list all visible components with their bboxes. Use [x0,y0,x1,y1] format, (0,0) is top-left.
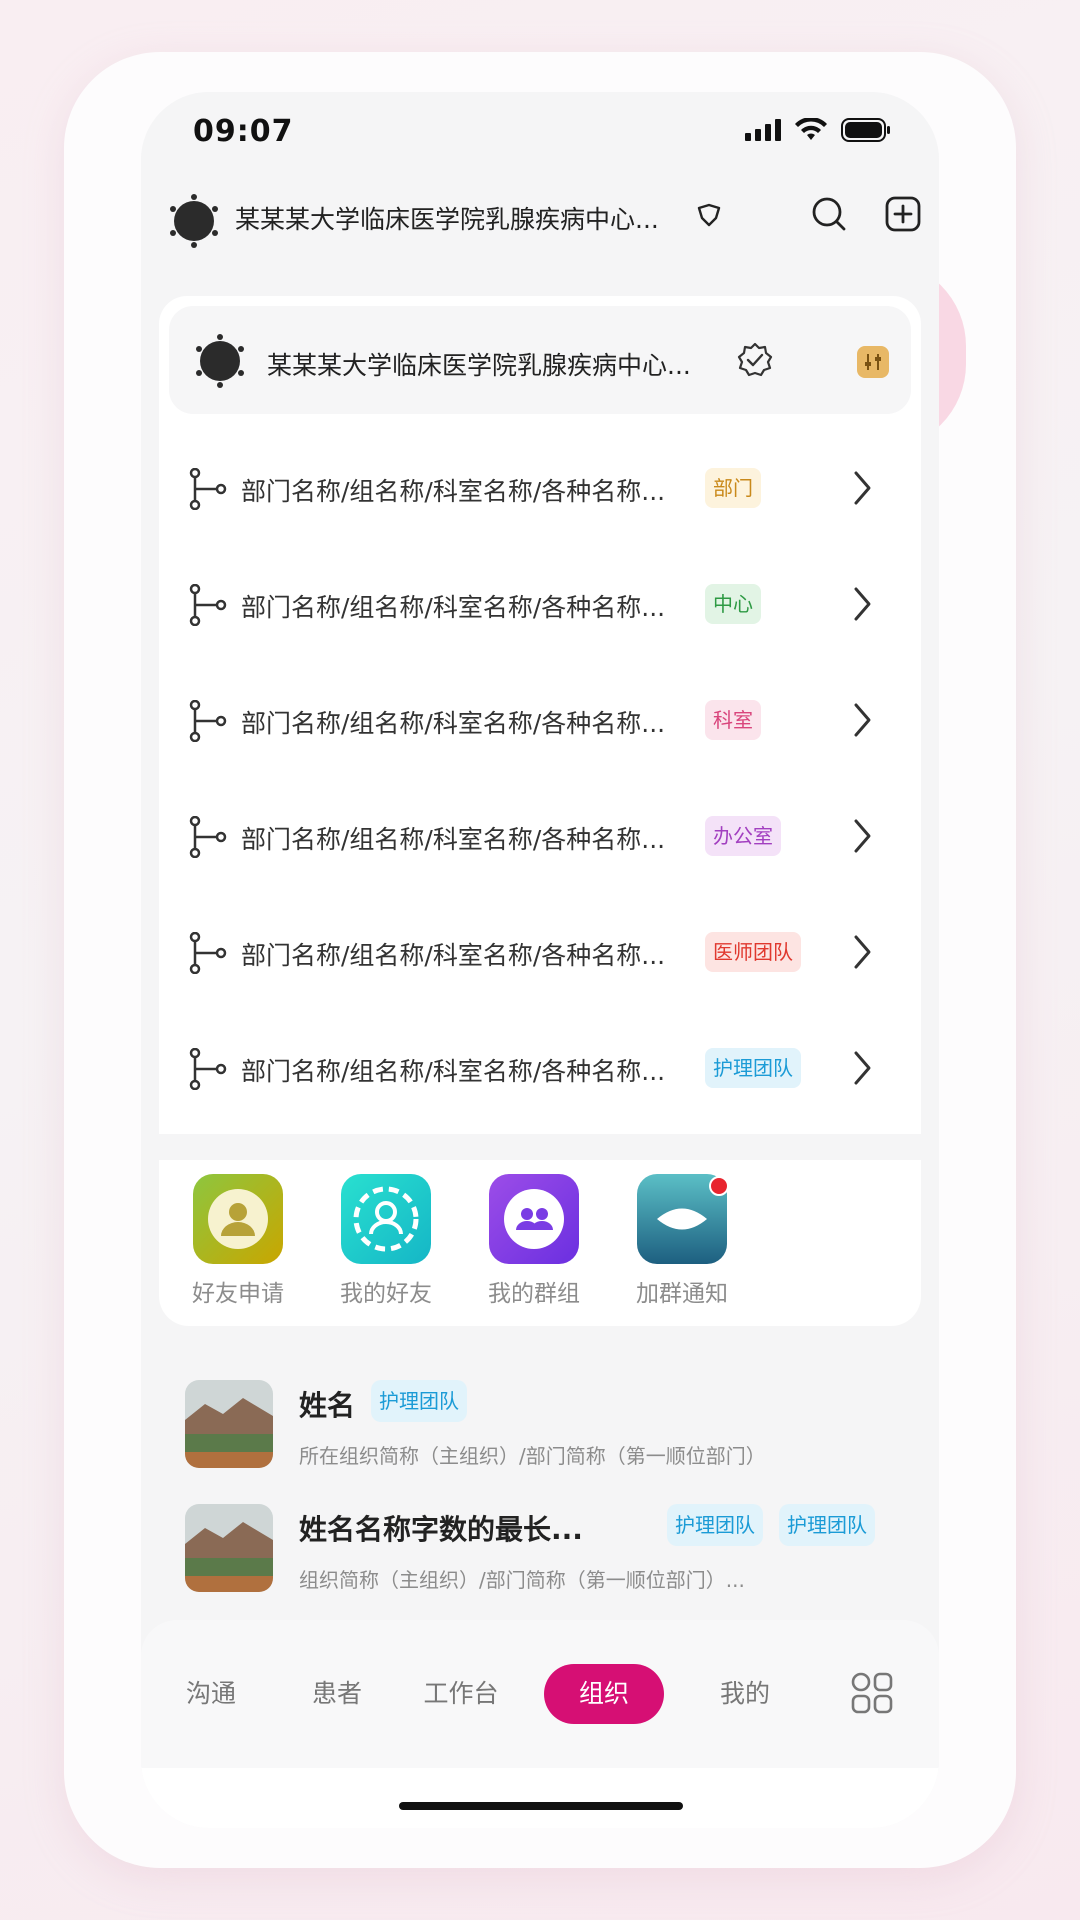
chevron-right-icon[interactable] [853,586,873,622]
org-summary[interactable]: 某某某大学临床医学院乳腺疾病中心... [169,306,911,414]
friend-request-icon [193,1174,283,1264]
battery-icon [841,118,890,142]
contact-item[interactable]: 姓名名称字数的最长... 护理团队 护理团队 组织简称（主组织）/部门简称（第一… [185,1504,905,1604]
tab-workbench[interactable]: 工作台 [411,1664,511,1724]
status-bar: 09:07 [141,92,939,170]
status-time: 09:07 [193,114,294,149]
chevron-right-icon[interactable] [853,1050,873,1086]
quick-access-bar: 好友申请 我的好友 我的群组 加群通知 [159,1160,921,1326]
quick-my-groups[interactable]: 我的群组 [479,1174,589,1314]
dept-type-tag: 办公室 [705,816,781,856]
quick-my-friends[interactable]: 我的好友 [331,1174,441,1314]
tab-patients[interactable]: 患者 [297,1664,377,1724]
quick-label: 好友申请 [192,1281,284,1307]
quick-label: 加群通知 [636,1281,728,1307]
quick-label: 我的好友 [340,1281,432,1307]
contact-tag: 护理团队 [371,1380,467,1422]
org-logo-icon [170,194,218,248]
my-friends-icon [341,1174,431,1264]
dept-name: 部门名称/组名称/科室名称/各种名称... [241,1057,666,1086]
dept-type-tag: 医师团队 [705,932,801,972]
quick-friend-request[interactable]: 好友申请 [183,1174,293,1314]
org-structure-card: 某某某大学临床医学院乳腺疾病中心... 部门名称/组名称/科室名称/各种名称..… [159,296,921,1134]
dept-row[interactable]: 部门名称/组名称/科室名称/各种名称... 医师团队 [159,894,921,1010]
dept-type-tag: 科室 [705,700,761,740]
dept-name: 部门名称/组名称/科室名称/各种名称... [241,825,666,854]
contact-subtitle: 组织简称（主组织）/部门简称（第一顺位部门）... [299,1568,745,1592]
sliders-icon [865,354,881,370]
org-logo-icon [196,334,244,388]
contact-tag: 护理团队 [779,1504,875,1546]
dept-row[interactable]: 部门名称/组名称/科室名称/各种名称... 办公室 [159,778,921,894]
dept-name: 部门名称/组名称/科室名称/各种名称... [241,941,666,970]
branch-icon [189,816,227,858]
dept-row[interactable]: 部门名称/组名称/科室名称/各种名称... 科室 [159,662,921,778]
branch-icon [189,700,227,742]
top-header: 某某某大学临床医学院乳腺疾病中心... [141,170,939,270]
contact-subtitle: 所在组织简称（主组织）/部门简称（第一顺位部门） [299,1444,766,1468]
dept-type-tag: 中心 [705,584,761,624]
dept-name: 部门名称/组名称/科室名称/各种名称... [241,593,666,622]
avatar [185,1504,273,1592]
dept-row[interactable]: 部门名称/组名称/科室名称/各种名称... 护理团队 [159,1010,921,1126]
contact-name: 姓名名称字数的最长... [299,1513,583,1546]
status-icons [745,118,891,142]
add-icon[interactable] [885,196,921,232]
branch-icon [189,468,227,510]
signal-icon [745,119,781,141]
home-area [141,1768,939,1828]
chevron-right-icon[interactable] [853,470,873,506]
tab-chat[interactable]: 沟通 [171,1664,251,1724]
org-name: 某某某大学临床医学院乳腺疾病中心... [267,351,691,380]
quick-group-notice[interactable]: 加群通知 [627,1174,737,1314]
contact-tag: 护理团队 [667,1504,763,1546]
notification-dot [709,1176,729,1196]
home-indicator[interactable] [399,1802,683,1810]
search-icon[interactable] [811,196,847,232]
apps-grid-icon[interactable] [851,1672,893,1714]
dept-row[interactable]: 部门名称/组名称/科室名称/各种名称... 中心 [159,546,921,662]
my-groups-icon [489,1174,579,1264]
settings-filter-button[interactable] [857,346,889,378]
phone-screen: 09:07 某某某大学临床医学院乳腺疾病中心... 某某某大学临床医学院乳腺疾病… [141,92,939,1828]
dept-name: 部门名称/组名称/科室名称/各种名称... [241,709,666,738]
contact-name: 姓名 [299,1389,356,1422]
chevron-right-icon[interactable] [853,934,873,970]
chevron-right-icon[interactable] [853,818,873,854]
wifi-icon [795,118,827,140]
tab-organization[interactable]: 组织 [544,1664,664,1724]
dept-type-tag: 护理团队 [705,1048,801,1088]
contact-item[interactable]: 姓名 护理团队 所在组织简称（主组织）/部门简称（第一顺位部门） [185,1380,905,1480]
chevron-right-icon[interactable] [853,702,873,738]
quick-label: 我的群组 [488,1281,580,1307]
header-org-name[interactable]: 某某某大学临床医学院乳腺疾病中心... [235,200,659,236]
favorite-icon[interactable] [696,202,722,228]
branch-icon [189,584,227,626]
dept-name: 部门名称/组名称/科室名称/各种名称... [241,477,666,506]
dept-row[interactable]: 部门名称/组名称/科室名称/各种名称... 部门 [159,430,921,546]
dept-type-tag: 部门 [705,468,761,508]
branch-icon [189,932,227,974]
verified-icon [737,342,773,377]
bottom-tab-bar: 沟通 患者 工作台 组织 我的 [141,1620,939,1768]
tab-mine[interactable]: 我的 [705,1664,785,1724]
avatar [185,1380,273,1468]
branch-icon [189,1048,227,1090]
